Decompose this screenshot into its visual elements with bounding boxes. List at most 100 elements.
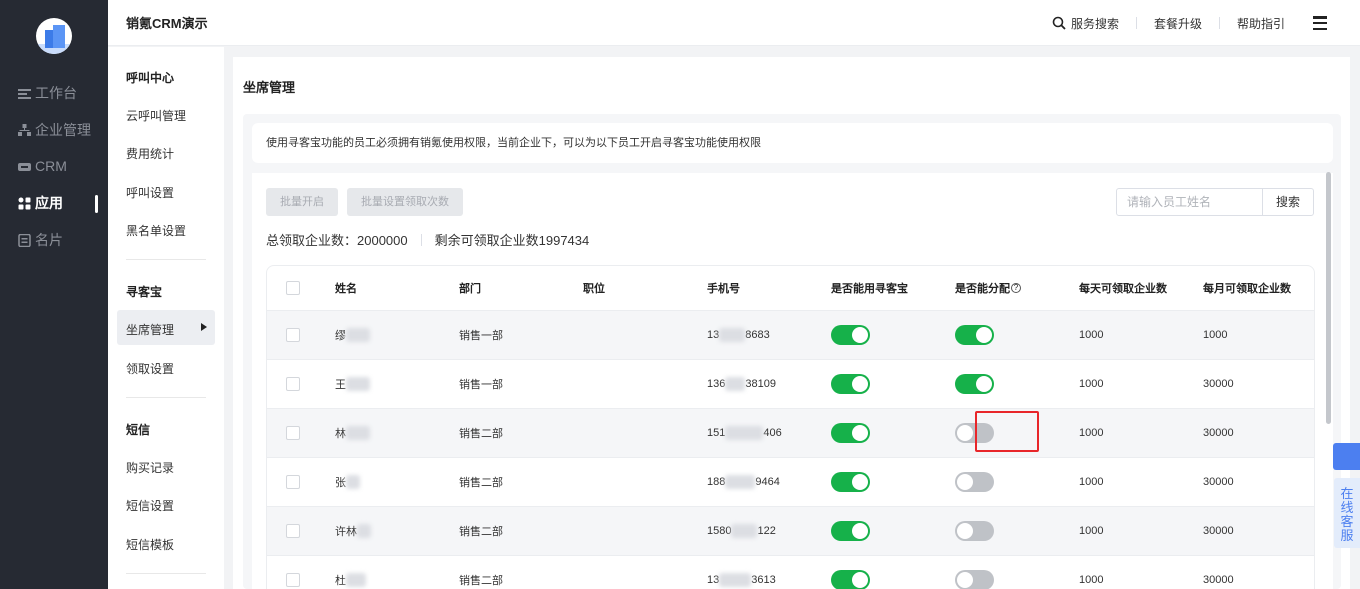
daily-limit: 1000 [1079,378,1104,390]
subnav-item-seat-management[interactable]: 坐席管理 [126,321,174,338]
table-row: 缪 销售一部 13 8683 1000 1000 [267,311,1314,360]
app-title: 销氪CRM演示 [126,16,208,31]
online-service-label: 线 [1340,500,1354,515]
can-assign-toggle[interactable] [955,570,994,589]
service-search-link[interactable]: 服务搜索 [1071,15,1119,32]
table-row: 林 销售二部 151 406 1000 30000 [267,409,1314,458]
nav-item-apps[interactable]: 应用 [18,194,63,212]
table-row: 许林 销售二部 1580 122 1000 30000 [267,507,1314,556]
daily-limit: 1000 [1079,427,1104,439]
subnav-divider [126,573,206,574]
employee-name: 林 [335,409,370,457]
floating-action-button[interactable] [1333,443,1360,470]
help-circle-icon[interactable]: ? [1011,283,1021,293]
crm-icon [18,162,31,171]
batch-enable-button[interactable]: 批量开启 [266,188,338,216]
nav-active-indicator [95,195,98,213]
row-checkbox[interactable] [286,377,300,391]
nav-item-enterprise[interactable]: 企业管理 [18,121,91,139]
row-checkbox[interactable] [286,426,300,440]
row-checkbox[interactable] [286,573,300,587]
online-service-label: 在 [1340,486,1354,501]
daily-limit: 1000 [1079,329,1104,341]
table-row: 杜 销售二部 13 3613 1000 30000 [267,556,1314,589]
highlight-annotation-box [975,411,1039,452]
vertical-scrollbar[interactable] [1326,172,1331,424]
subnav-group-title: 呼叫中心 [126,71,175,85]
subnav-item-call-settings[interactable]: 呼叫设置 [126,184,174,201]
can-assign-toggle[interactable] [955,374,994,394]
subnav-group-title: 短信 [126,423,151,437]
can-use-toggle[interactable] [831,423,870,443]
row-checkbox[interactable] [286,475,300,489]
can-assign-toggle[interactable] [955,521,994,541]
seat-card: 批量开启 批量设置领取次数 搜索 总领取企业数：2000000 剩余可领取企业数… [252,173,1333,589]
subnav-item-sms-templates[interactable]: 短信模板 [126,536,174,553]
remaining-claim-count: 剩余可领取企业数1997434 [434,233,590,248]
nav-item-crm[interactable]: CRM [18,157,67,175]
can-use-toggle[interactable] [831,521,870,541]
column-header: 姓名 [335,283,357,295]
help-guide-link[interactable]: 帮助指引 [1237,15,1285,32]
can-assign-toggle[interactable] [955,325,994,345]
row-checkbox[interactable] [286,524,300,538]
subnav-item-cloud-call[interactable]: 云呼叫管理 [126,107,186,124]
department: 销售一部 [459,379,503,391]
redacted-blur [357,524,371,538]
nav-item-label: CRM [35,158,67,174]
stats-divider [420,233,422,246]
column-header: 手机号 [707,283,740,295]
can-assign-toggle[interactable] [955,472,994,492]
subnav-divider [126,259,206,260]
plan-upgrade-link[interactable]: 套餐升级 [1154,15,1202,32]
daily-limit: 1000 [1079,525,1104,537]
subnav-item-claim-settings[interactable]: 领取设置 [126,360,174,377]
can-use-toggle[interactable] [831,472,870,492]
subnav-item-cost-stats[interactable]: 费用统计 [126,145,174,162]
header-divider [1135,17,1137,29]
hamburger-menu-icon[interactable] [1313,16,1327,30]
row-checkbox[interactable] [286,328,300,342]
daily-limit: 1000 [1079,476,1104,488]
app-logo[interactable] [36,18,72,54]
subnav-item-purchase-records[interactable]: 购买记录 [126,459,174,476]
department: 销售二部 [459,428,503,440]
redacted-blur [725,377,746,391]
phone-number: 13 8683 [707,328,770,342]
employee-search-input[interactable] [1117,189,1262,215]
department: 销售一部 [459,330,503,342]
redacted-blur [725,426,764,440]
subnav-item-sms-settings[interactable]: 短信设置 [126,497,174,514]
can-use-toggle[interactable] [831,325,870,345]
batch-set-claim-button[interactable]: 批量设置领取次数 [347,188,463,216]
redacted-blur [719,573,752,587]
can-use-toggle[interactable] [831,374,870,394]
online-service-button[interactable]: 在 线 客 服 [1334,478,1360,548]
top-header: 销氪CRM演示 服务搜索 套餐升级 帮助指引 [108,0,1360,46]
search-icon[interactable] [1052,16,1066,30]
total-claim-count: 总领取企业数：2000000 [266,233,408,248]
phone-number: 136 38109 [707,377,776,391]
redacted-blur [346,377,370,391]
search-button[interactable]: 搜索 [1262,189,1313,215]
can-use-toggle[interactable] [831,570,870,589]
nav-item-card[interactable]: 名片 [18,231,63,249]
employee-name: 王 [335,360,370,408]
seat-table: 姓名 部门 职位 手机号 是否能用寻客宝 是否能分配? 每天可领取企业数 每月可… [266,265,1315,589]
department: 销售二部 [459,575,503,587]
phone-number: 188 9464 [707,475,780,489]
nav-item-workbench[interactable]: 工作台 [18,84,77,102]
redacted-blur [346,475,360,489]
caret-right-icon [201,323,207,331]
select-all-checkbox[interactable] [286,281,300,295]
monthly-limit: 30000 [1203,525,1234,537]
table-header-row: 姓名 部门 职位 手机号 是否能用寻客宝 是否能分配? 每天可领取企业数 每月可… [267,266,1314,311]
online-service-label: 客 [1340,514,1354,529]
employee-name: 张 [335,458,360,506]
phone-number: 151 406 [707,426,782,440]
employee-name: 缪 [335,311,370,359]
main-nav: 工作台 企业管理 CRM 应用 名片 [0,0,108,589]
subnav-item-blacklist[interactable]: 黑名单设置 [126,222,186,239]
monthly-limit: 30000 [1203,378,1234,390]
main-panel: 坐席管理 使用寻客宝功能的员工必须拥有销氪使用权限，当前企业下，可以为以下员工开… [233,57,1350,589]
